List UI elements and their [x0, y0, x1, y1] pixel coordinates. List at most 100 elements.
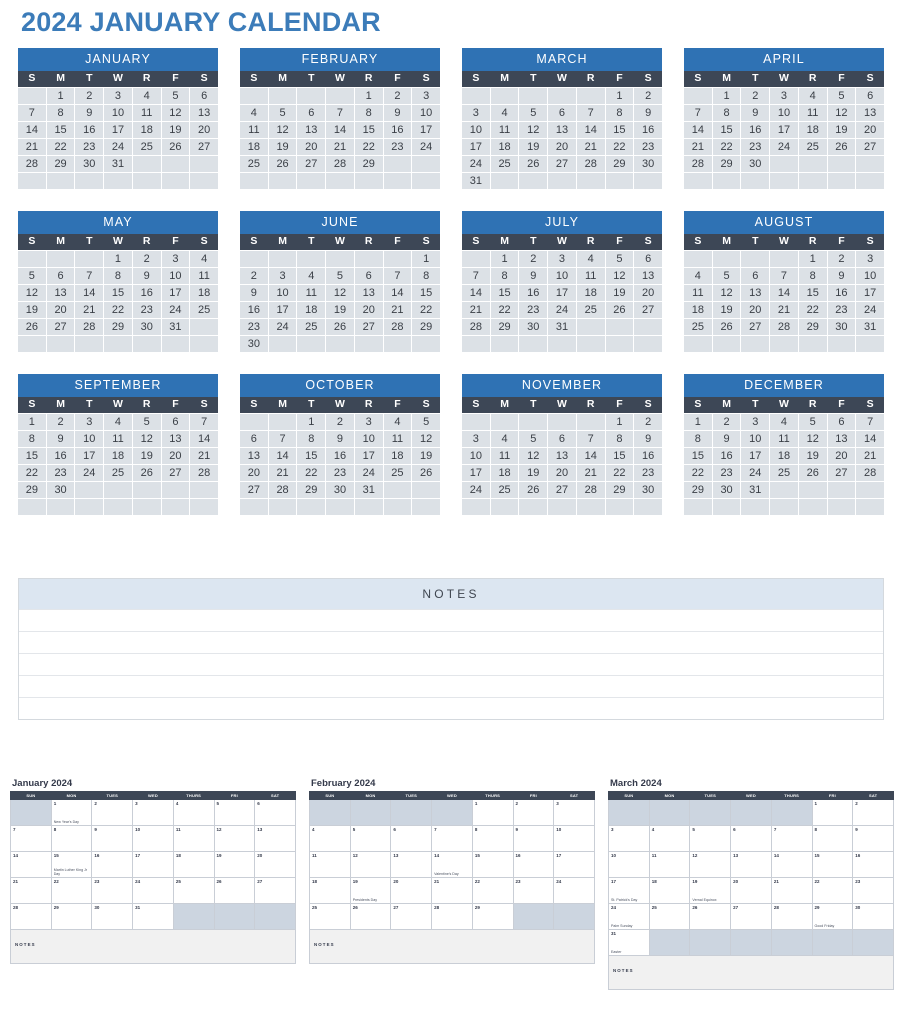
thumbnail-day-cell[interactable]: 13	[390, 851, 433, 878]
day-cell[interactable]: 5	[827, 88, 856, 104]
notes-line[interactable]	[19, 631, 883, 653]
thumbnail-day-cell[interactable]: 31 Easter	[608, 929, 650, 956]
day-cell[interactable]: 28	[684, 156, 712, 172]
day-cell[interactable]: 16	[132, 285, 161, 301]
day-cell[interactable]: 29	[18, 482, 46, 498]
day-cell[interactable]: 22	[297, 465, 326, 481]
day-cell[interactable]: 27	[827, 465, 856, 481]
day-cell[interactable]: 14	[684, 122, 712, 138]
day-cell[interactable]: 12	[326, 285, 354, 301]
day-cell[interactable]: 23	[383, 139, 412, 155]
day-cell[interactable]: 6	[46, 268, 75, 284]
thumbnail-day-cell[interactable]: 17 St. Patrick's Day	[608, 877, 650, 904]
day-cell[interactable]: 18	[190, 285, 218, 301]
day-cell[interactable]: 6	[240, 431, 268, 447]
day-cell[interactable]: 15	[684, 448, 712, 464]
thumbnail-day-cell[interactable]: 29	[50, 903, 93, 930]
thumbnail-notes-area[interactable]: NOTES	[10, 930, 296, 964]
day-cell[interactable]: 5	[268, 105, 297, 121]
day-cell[interactable]: 15	[46, 122, 75, 138]
day-cell[interactable]: 4	[684, 268, 712, 284]
day-cell[interactable]: 29	[798, 319, 827, 335]
day-cell[interactable]: 11	[132, 105, 161, 121]
day-cell[interactable]: 20	[827, 448, 856, 464]
thumbnail-day-cell[interactable]: 8	[50, 825, 93, 852]
day-cell[interactable]: 30	[240, 336, 268, 352]
day-cell[interactable]: 29	[46, 156, 75, 172]
day-cell[interactable]: 2	[326, 414, 354, 430]
day-cell[interactable]: 15	[605, 122, 634, 138]
day-cell[interactable]: 1	[605, 414, 634, 430]
day-cell[interactable]: 26	[161, 139, 190, 155]
day-cell[interactable]: 29	[712, 156, 741, 172]
day-cell[interactable]: 25	[684, 319, 712, 335]
day-cell[interactable]: 8	[712, 105, 741, 121]
day-cell[interactable]: 21	[576, 139, 605, 155]
thumbnail-day-cell[interactable]: 23	[852, 877, 894, 904]
day-cell[interactable]: 20	[548, 139, 576, 155]
day-cell[interactable]: 23	[712, 465, 741, 481]
day-cell[interactable]: 29	[297, 482, 326, 498]
day-cell[interactable]: 5	[605, 251, 634, 267]
thumbnail-day-cell[interactable]: 14	[10, 851, 52, 878]
day-cell[interactable]: 20	[297, 139, 326, 155]
day-cell[interactable]: 6	[856, 88, 884, 104]
day-cell[interactable]: 18	[684, 302, 712, 318]
day-cell[interactable]: 3	[856, 251, 884, 267]
thumbnail-notes-area[interactable]: NOTES	[608, 956, 894, 990]
day-cell[interactable]: 11	[240, 122, 268, 138]
day-cell[interactable]: 28	[576, 482, 605, 498]
day-cell[interactable]: 28	[856, 465, 884, 481]
day-cell[interactable]: 1	[104, 251, 132, 267]
thumbnail-day-cell[interactable]: 19 Vernal Equinox	[689, 877, 732, 904]
day-cell[interactable]: 21	[383, 302, 412, 318]
day-cell[interactable]: 21	[770, 302, 798, 318]
day-cell[interactable]: 9	[326, 431, 354, 447]
thumbnail-day-cell[interactable]: 7	[10, 825, 52, 852]
day-cell[interactable]: 24	[770, 139, 798, 155]
day-cell[interactable]: 17	[462, 139, 490, 155]
day-cell[interactable]: 8	[104, 268, 132, 284]
day-cell[interactable]: 10	[104, 105, 132, 121]
thumbnail-day-cell[interactable]: 29 Good Friday	[811, 903, 854, 930]
day-cell[interactable]: 7	[576, 105, 605, 121]
day-cell[interactable]: 30	[46, 482, 75, 498]
day-cell[interactable]: 14	[326, 122, 354, 138]
day-cell[interactable]: 30	[827, 319, 856, 335]
day-cell[interactable]: 3	[741, 414, 770, 430]
day-cell[interactable]: 1	[490, 251, 519, 267]
day-cell[interactable]: 9	[46, 431, 75, 447]
day-cell[interactable]: 26	[605, 302, 634, 318]
thumbnail-day-cell[interactable]: 4	[309, 825, 351, 852]
day-cell[interactable]: 16	[46, 448, 75, 464]
thumbnail-day-cell[interactable]: 11	[648, 851, 691, 878]
day-cell[interactable]: 26	[326, 319, 354, 335]
day-cell[interactable]: 4	[132, 88, 161, 104]
day-cell[interactable]: 13	[548, 122, 576, 138]
thumbnail-day-cell[interactable]: 3	[608, 825, 650, 852]
day-cell[interactable]: 9	[741, 105, 770, 121]
day-cell[interactable]: 7	[856, 414, 884, 430]
thumbnail-day-cell[interactable]: 20	[254, 851, 296, 878]
day-cell[interactable]: 6	[354, 268, 383, 284]
thumbnail-day-cell[interactable]: 9	[852, 825, 894, 852]
day-cell[interactable]: 11	[104, 431, 132, 447]
day-cell[interactable]: 17	[412, 122, 440, 138]
day-cell[interactable]: 5	[519, 431, 548, 447]
day-cell[interactable]: 10	[412, 105, 440, 121]
day-cell[interactable]: 10	[268, 285, 297, 301]
thumbnail-day-cell[interactable]: 18	[648, 877, 691, 904]
day-cell[interactable]: 16	[75, 122, 104, 138]
day-cell[interactable]: 5	[161, 88, 190, 104]
thumbnail-day-cell[interactable]: 26	[213, 877, 256, 904]
day-cell[interactable]: 18	[240, 139, 268, 155]
day-cell[interactable]: 13	[46, 285, 75, 301]
day-cell[interactable]: 7	[326, 105, 354, 121]
day-cell[interactable]: 11	[798, 105, 827, 121]
day-cell[interactable]: 18	[297, 302, 326, 318]
day-cell[interactable]: 13	[741, 285, 770, 301]
thumbnail-day-cell[interactable]: 2	[852, 799, 894, 826]
thumbnail-day-cell[interactable]: 26	[349, 903, 392, 930]
notes-line[interactable]	[19, 609, 883, 631]
day-cell[interactable]: 23	[326, 465, 354, 481]
